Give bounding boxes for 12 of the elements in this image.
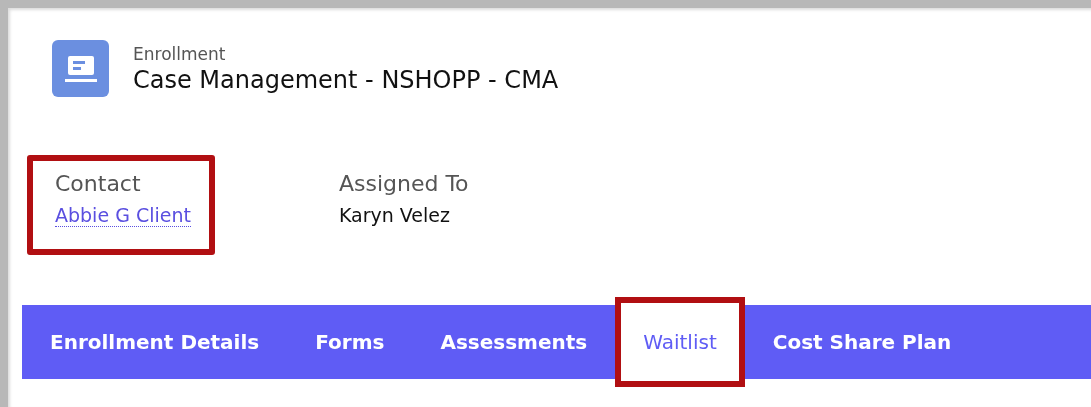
field-label: Assigned To (338, 171, 469, 196)
field-value: Karyn Velez (338, 204, 451, 226)
tab[interactable]: Cost Share Plan (744, 297, 980, 387)
tab[interactable]: Waitlist (615, 297, 745, 387)
contact-link[interactable]: Abbie G Client (55, 204, 191, 227)
record-title: Case Management - NSHOPP - CMA (133, 65, 559, 94)
enrollment-icon (52, 40, 109, 97)
field-label: Contact (55, 171, 142, 196)
object-type: Enrollment (133, 43, 227, 64)
tab[interactable]: Forms (287, 297, 413, 387)
tab[interactable]: Assessments (412, 297, 616, 387)
tab[interactable]: Enrollment Details (22, 297, 288, 387)
